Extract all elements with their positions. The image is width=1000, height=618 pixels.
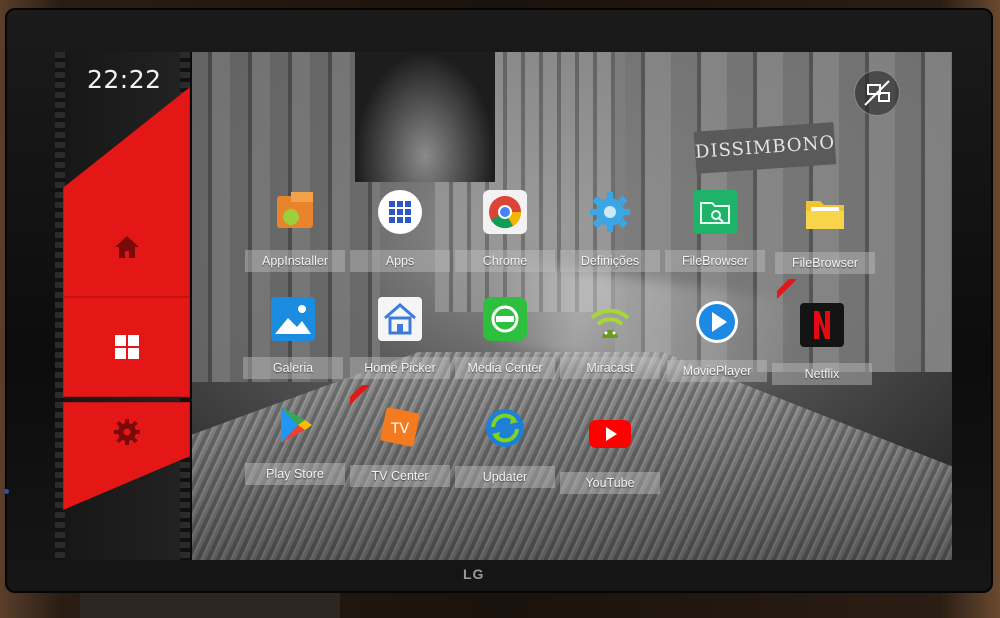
app-tile-updater[interactable]: Updater (455, 396, 555, 496)
apps-grid: AppInstaller Apps Chrome Definições File… (243, 180, 895, 525)
miracast-icon (584, 293, 636, 345)
settings-gear-icon (584, 186, 636, 238)
power-indicator (4, 489, 9, 494)
play-store-icon (269, 399, 321, 451)
app-label: Play Store (245, 463, 345, 485)
youtube-icon (584, 408, 636, 460)
app-tile-filebrowser-folder[interactable]: FileBrowser (775, 182, 875, 282)
decorative-red-corner (350, 385, 370, 405)
sidebar-item-settings[interactable] (63, 402, 190, 510)
app-label: FileBrowser (665, 250, 765, 272)
app-label: MoviePlayer (667, 360, 767, 382)
app-label: Chrome (455, 250, 555, 272)
app-label: Apps (350, 250, 450, 272)
updater-icon (479, 402, 531, 454)
clock-time: 22:22 (87, 65, 162, 94)
app-tile-filebrowser[interactable]: FileBrowser (665, 180, 765, 280)
app-tile-appinstaller[interactable]: AppInstaller (245, 180, 345, 280)
app-installer-icon (269, 186, 321, 238)
gallery-icon (267, 293, 319, 345)
app-tile-netflix[interactable]: Netflix (772, 279, 872, 393)
app-tile-play-store[interactable]: Play Store (245, 393, 345, 493)
decorative-red-corner (777, 279, 797, 299)
app-label: Galeria (243, 357, 343, 379)
app-tile-home-picker[interactable]: Home Picker (350, 287, 450, 387)
app-tile-apps[interactable]: Apps (350, 180, 450, 280)
windows-grid-icon (114, 335, 139, 359)
sidebar-item-apps[interactable] (63, 297, 190, 397)
gear-icon (113, 419, 140, 445)
app-label: TV Center (350, 465, 450, 487)
app-tile-definicoes[interactable]: Definições (560, 180, 660, 280)
app-tile-tv-center[interactable]: TV TV Center (350, 385, 450, 495)
svg-text:TV: TV (390, 421, 410, 437)
folder-icon (799, 188, 851, 240)
app-label: Definições (560, 250, 660, 272)
app-tile-media-center[interactable]: Media Center (455, 287, 555, 387)
app-label: Home Picker (350, 357, 450, 379)
tv-brand-logo: LG (463, 566, 485, 582)
media-center-icon (479, 293, 531, 345)
app-label: Netflix (772, 363, 872, 385)
background-sky (355, 52, 495, 182)
file-browser-icon (689, 186, 741, 238)
home-icon (114, 236, 139, 258)
app-tile-chrome[interactable]: Chrome (455, 180, 555, 280)
app-label: Updater (455, 466, 555, 488)
sidebar-item-home[interactable] (63, 87, 190, 297)
app-tile-miracast[interactable]: Miracast (560, 287, 660, 387)
chrome-icon (479, 186, 531, 238)
tv-screen: DISSIMBONO 22:22 AppInstaller Apps Chrom… (55, 52, 952, 560)
app-label: FileBrowser (775, 252, 875, 274)
apps-grid-icon (374, 186, 426, 238)
app-tile-youtube[interactable]: YouTube (560, 402, 660, 502)
app-tile-movieplayer[interactable]: MoviePlayer (667, 290, 767, 390)
app-label: YouTube (560, 472, 660, 494)
home-picker-icon (374, 293, 426, 345)
app-tile-galeria[interactable]: Galeria (243, 287, 343, 387)
network-status-button[interactable] (854, 70, 900, 116)
movie-player-icon (691, 296, 743, 348)
network-disconnected-icon (864, 80, 890, 106)
netflix-icon (796, 299, 848, 351)
tv-center-icon: TV (374, 401, 426, 453)
app-label: Media Center (455, 357, 555, 379)
launcher-sidebar: 22:22 (55, 52, 192, 560)
app-label: Miracast (560, 357, 660, 379)
desk (80, 592, 340, 618)
app-label: AppInstaller (245, 250, 345, 272)
